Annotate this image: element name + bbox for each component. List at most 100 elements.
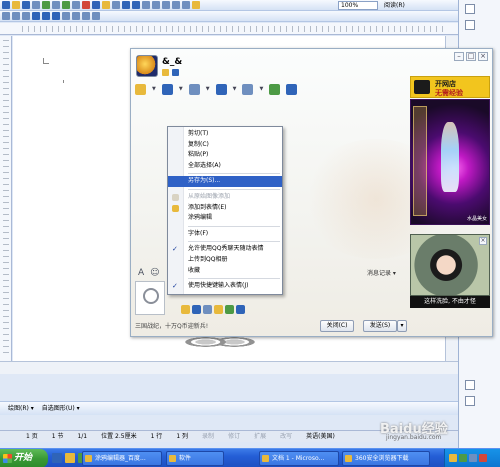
underline-icon[interactable] <box>52 12 60 20</box>
print-icon[interactable] <box>42 1 50 9</box>
avatar[interactable] <box>136 55 158 77</box>
font-size-icon[interactable] <box>22 12 30 20</box>
status-record[interactable]: 录制 <box>202 431 214 442</box>
context-menu-item[interactable]: 全部选择(A) <box>168 161 282 172</box>
context-menu-item[interactable]: 另存为(S)... <box>168 176 282 187</box>
italic-icon[interactable] <box>42 12 50 20</box>
game-ad-image[interactable]: 水晶美女 <box>410 99 490 225</box>
copy-icon[interactable] <box>92 1 100 9</box>
align-left-icon[interactable] <box>62 12 70 20</box>
context-menu-item[interactable]: 剪切(T) <box>168 129 282 140</box>
voice-icon[interactable] <box>135 83 146 95</box>
align-right-icon[interactable] <box>82 12 90 20</box>
document-map-icon[interactable] <box>182 1 190 9</box>
apps-icon[interactable] <box>269 83 281 95</box>
screenshot-icon[interactable] <box>192 305 201 314</box>
align-center-icon[interactable] <box>72 12 80 20</box>
video-icon[interactable] <box>161 83 173 95</box>
save-icon[interactable] <box>22 1 30 9</box>
close-icon[interactable]: × <box>478 52 488 61</box>
folder-icon[interactable] <box>65 453 75 463</box>
taskbar-button-software[interactable]: 软件 <box>166 451 224 466</box>
context-menu-item[interactable]: 收藏 <box>168 266 282 277</box>
more-icon[interactable] <box>286 83 298 95</box>
side-panel-button[interactable] <box>465 396 475 406</box>
context-menu-item[interactable]: ✓ 使用快捷键输入表情(J) <box>168 281 282 292</box>
minimize-icon[interactable]: – <box>454 52 464 61</box>
hyperlink-icon[interactable] <box>142 1 150 9</box>
folder-icon[interactable] <box>215 83 227 95</box>
ad-banner[interactable]: 开网店 无需经验 <box>410 76 490 98</box>
horizontal-ruler[interactable] <box>0 23 458 35</box>
context-menu-item[interactable]: 上传到QQ相册 <box>168 255 282 266</box>
emoji-icon[interactable]: ☺ <box>150 268 159 278</box>
read-button[interactable]: 阅读(R) <box>384 1 405 10</box>
send-options-button[interactable]: ▾ <box>397 320 407 332</box>
side-panel-button[interactable] <box>465 20 475 30</box>
level-icon[interactable] <box>162 69 169 76</box>
permission-icon[interactable] <box>32 1 40 9</box>
justify-icon[interactable] <box>92 12 100 20</box>
drawing-icon[interactable] <box>172 1 180 9</box>
side-panel-button[interactable] <box>465 380 475 390</box>
format-painter-icon[interactable] <box>112 1 120 9</box>
research-icon[interactable] <box>72 1 80 9</box>
spelling-icon[interactable] <box>62 1 70 9</box>
cut-icon[interactable] <box>82 1 90 9</box>
autoshapes-menu[interactable]: 自选图形(U) ▾ <box>42 405 80 412</box>
tray-icon[interactable] <box>449 454 457 462</box>
tray-icon[interactable] <box>459 454 467 462</box>
status-revise[interactable]: 修订 <box>228 431 240 442</box>
gift-icon[interactable] <box>214 305 223 314</box>
side-panel-button[interactable] <box>465 4 475 14</box>
file-transfer-icon[interactable] <box>188 83 200 95</box>
table-icon[interactable] <box>152 1 160 9</box>
taskbar-button-word[interactable]: 文档 1 - Microso... <box>259 451 339 466</box>
vertical-ruler[interactable] <box>0 36 12 361</box>
close-icon[interactable]: × <box>479 237 487 245</box>
message-history-button[interactable]: 消息记录 ▾ <box>367 268 396 277</box>
vip-icon[interactable] <box>172 69 179 76</box>
style-dropdown-icon[interactable] <box>2 12 10 20</box>
smiley-icon[interactable] <box>181 305 190 314</box>
bold-icon[interactable] <box>32 12 40 20</box>
photo-ad-image[interactable]: × <box>410 234 490 296</box>
start-button[interactable]: 开始 <box>0 449 48 467</box>
context-menu-item[interactable]: 添加到表情(E) <box>168 203 282 214</box>
context-menu-item[interactable]: 粘贴(P) <box>168 150 282 161</box>
context-menu-item[interactable]: ✓ 允许使用QQ秀聊天随动表情 <box>168 244 282 255</box>
sticker-thumbnail[interactable] <box>135 281 165 315</box>
maximize-icon[interactable]: □ <box>466 52 476 61</box>
new-icon[interactable] <box>2 1 10 9</box>
music-icon[interactable] <box>225 305 234 314</box>
ie-icon[interactable] <box>52 453 62 463</box>
taskbar-button-browser[interactable]: 涂鸦编辑器_百度... <box>82 451 162 466</box>
show-hide-icon[interactable] <box>192 1 200 9</box>
magic-icon[interactable] <box>236 305 245 314</box>
context-menu-item[interactable]: 涂鸦编辑 <box>168 213 282 224</box>
status-overwrite[interactable]: 改写 <box>280 431 292 442</box>
redo-icon[interactable] <box>132 1 140 9</box>
zoom-dropdown[interactable]: 100% <box>338 1 378 10</box>
ad-text-link[interactable]: 三国战纪，十万Q币迎新兵! <box>135 321 208 330</box>
tray-icon[interactable] <box>479 454 487 462</box>
draw-menu[interactable]: 绘图(R) ▾ <box>8 405 34 412</box>
send-button[interactable]: 发送(S) <box>363 320 397 332</box>
open-icon[interactable] <box>12 1 20 9</box>
context-menu-item[interactable]: 字体(F) <box>168 229 282 240</box>
context-menu-item[interactable]: 复制(C) <box>168 140 282 151</box>
undo-icon[interactable] <box>122 1 130 9</box>
font-dropdown-icon[interactable] <box>12 12 20 20</box>
font-icon[interactable]: A <box>138 268 144 278</box>
image-icon[interactable] <box>203 305 212 314</box>
status-extend[interactable]: 扩展 <box>254 431 266 442</box>
print-preview-icon[interactable] <box>52 1 60 9</box>
remote-assist-icon[interactable] <box>242 83 254 95</box>
close-button[interactable]: 关闭(C) <box>320 320 354 332</box>
photo-ad-caption[interactable]: 这样洗脸, 不由才怪 <box>410 296 490 308</box>
horizontal-scrollbar[interactable] <box>0 361 458 374</box>
taskbar-button-download[interactable]: 360安全浏览器下载 <box>342 451 430 466</box>
tray-icon[interactable] <box>469 454 477 462</box>
paste-icon[interactable] <box>102 1 110 9</box>
columns-icon[interactable] <box>162 1 170 9</box>
